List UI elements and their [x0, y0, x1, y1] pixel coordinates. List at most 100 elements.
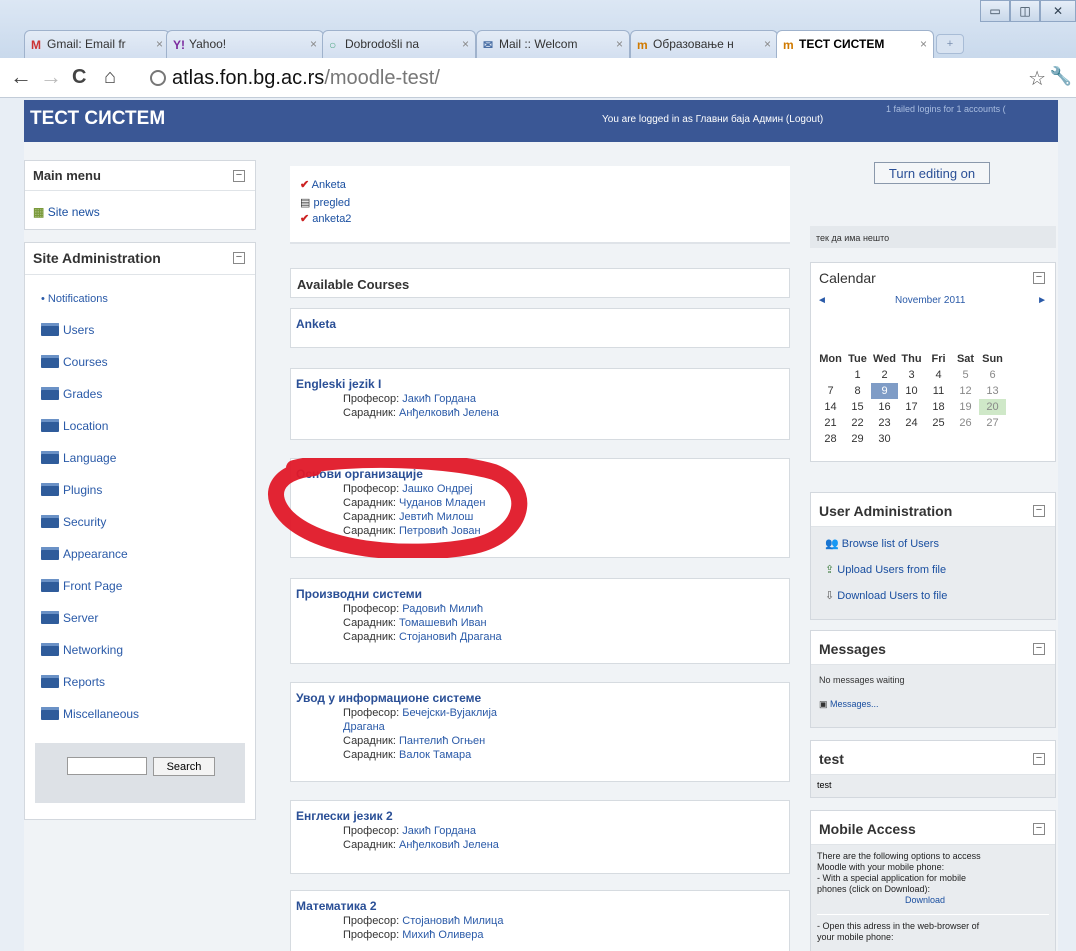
- calendar-day[interactable]: 12: [952, 383, 979, 399]
- tab-close-icon[interactable]: ×: [764, 37, 771, 51]
- teacher-link[interactable]: Анђелковић Јелена: [399, 407, 499, 419]
- calendar-day[interactable]: 5: [952, 367, 979, 383]
- site-title[interactable]: ТЕСТ СИСТЕМ: [30, 108, 165, 130]
- collapse-icon[interactable]: −: [1033, 505, 1045, 517]
- collapse-icon[interactable]: −: [1033, 823, 1045, 835]
- course-link[interactable]: Математика 2: [296, 899, 377, 913]
- calendar-day[interactable]: 3: [898, 367, 925, 383]
- activity-label[interactable]: anketa2: [312, 213, 351, 225]
- calendar-day[interactable]: 10: [898, 383, 925, 399]
- calendar-day[interactable]: 21: [817, 415, 844, 431]
- admin-item-appearance[interactable]: Appearance: [41, 547, 128, 561]
- admin-item-grades[interactable]: Grades: [41, 387, 102, 401]
- calendar-day[interactable]: 28: [817, 431, 844, 447]
- teacher-link[interactable]: Радовић Милић: [402, 603, 483, 615]
- admin-item-users[interactable]: Users: [41, 323, 94, 337]
- admin-item-language[interactable]: Language: [41, 451, 116, 465]
- link-label[interactable]: Upload Users from file: [837, 564, 946, 576]
- calendar-day[interactable]: 18: [925, 399, 952, 415]
- collapse-icon[interactable]: −: [1033, 753, 1045, 765]
- teacher-link[interactable]: Јевтић Милош: [399, 511, 473, 523]
- tab-mail[interactable]: ✉ Mail :: Welcom ×: [476, 30, 630, 58]
- calendar-day[interactable]: 25: [925, 415, 952, 431]
- bookmark-star-icon[interactable]: ☆: [1028, 66, 1046, 91]
- forward-icon[interactable]: →: [40, 64, 62, 90]
- wrench-icon[interactable]: 🔧: [1050, 66, 1072, 87]
- activity-label[interactable]: Anketa: [312, 179, 346, 191]
- calendar-day[interactable]: 15: [844, 399, 871, 415]
- teacher-link[interactable]: Петровић Јован: [399, 525, 481, 537]
- course-link[interactable]: Увод у информационе системе: [296, 691, 481, 705]
- admin-item-reports[interactable]: Reports: [41, 675, 105, 689]
- next-month-icon[interactable]: ►: [1037, 295, 1047, 306]
- teacher-link[interactable]: Јакић Гордана: [402, 825, 476, 837]
- minimize-button[interactable]: ▭: [980, 0, 1010, 22]
- close-window-button[interactable]: ✕: [1040, 0, 1076, 22]
- search-button[interactable]: Search: [153, 757, 215, 776]
- maximize-button[interactable]: ◫: [1010, 0, 1040, 22]
- tab-close-icon[interactable]: ×: [920, 37, 927, 51]
- course-link[interactable]: Anketa: [296, 317, 336, 331]
- tab-close-icon[interactable]: ×: [616, 37, 623, 51]
- collapse-icon[interactable]: −: [1033, 643, 1045, 655]
- tab-close-icon[interactable]: ×: [310, 37, 317, 51]
- calendar-day[interactable]: 13: [979, 383, 1006, 399]
- calendar-day[interactable]: 27: [979, 415, 1006, 431]
- tab-dobrodosli[interactable]: ○ Dobrodošli na ×: [322, 30, 476, 58]
- calendar-day[interactable]: 6: [979, 367, 1006, 383]
- admin-item-plugins[interactable]: Plugins: [41, 483, 102, 497]
- turn-editing-on-button[interactable]: Turn editing on: [874, 162, 990, 184]
- link-label[interactable]: Browse list of Users: [842, 538, 939, 550]
- site-news-label[interactable]: Site news: [48, 205, 100, 219]
- link-label[interactable]: Messages...: [830, 699, 879, 709]
- collapse-icon[interactable]: −: [233, 252, 245, 264]
- tab-yahoo[interactable]: Y! Yahoo! ×: [166, 30, 324, 58]
- calendar-day[interactable]: 29: [844, 431, 871, 447]
- activity-label[interactable]: pregled: [313, 197, 350, 209]
- reload-icon[interactable]: C: [72, 64, 86, 90]
- back-icon[interactable]: ←: [10, 64, 32, 90]
- collapse-icon[interactable]: −: [233, 170, 245, 182]
- teacher-link[interactable]: Јакић Гордана: [402, 393, 476, 405]
- teacher-link[interactable]: Анђелковић Јелена: [399, 839, 499, 851]
- search-input[interactable]: [67, 757, 147, 775]
- calendar-day[interactable]: 24: [898, 415, 925, 431]
- tab-obrazovanje[interactable]: m Образовање н ×: [630, 30, 778, 58]
- admin-item-courses[interactable]: Courses: [41, 355, 108, 369]
- calendar-day[interactable]: 20: [979, 399, 1006, 415]
- course-link[interactable]: Производни системи: [296, 587, 422, 601]
- teacher-link[interactable]: Драгана: [343, 721, 385, 733]
- calendar-day[interactable]: 14: [817, 399, 844, 415]
- upload-users-link[interactable]: ⇪ Upload Users from file: [825, 563, 946, 576]
- admin-item-security[interactable]: Security: [41, 515, 106, 529]
- calendar-day[interactable]: 26: [952, 415, 979, 431]
- tab-close-icon[interactable]: ×: [156, 37, 163, 51]
- calendar-day[interactable]: 17: [898, 399, 925, 415]
- course-link[interactable]: Енглески језик 2: [296, 809, 393, 823]
- calendar-day[interactable]: 30: [871, 431, 898, 447]
- teacher-link[interactable]: Стојановић Драгана: [399, 631, 502, 643]
- failed-logins-notice[interactable]: 1 failed logins for 1 accounts (: [886, 104, 1006, 114]
- calendar-day[interactable]: 11: [925, 383, 952, 399]
- calendar-day[interactable]: 8: [844, 383, 871, 399]
- download-link[interactable]: Download: [817, 895, 1049, 906]
- prev-month-icon[interactable]: ◄: [817, 295, 827, 306]
- teacher-link[interactable]: Томашевић Иван: [399, 617, 487, 629]
- messages-link[interactable]: ▣ Messages...: [819, 699, 879, 710]
- course-link[interactable]: Основи организације: [296, 467, 423, 481]
- new-tab-button[interactable]: +: [936, 34, 964, 54]
- teacher-link[interactable]: Чуданов Младен: [399, 497, 485, 509]
- collapse-icon[interactable]: −: [1033, 272, 1045, 284]
- link-label[interactable]: Download: [905, 895, 945, 905]
- tab-gmail[interactable]: M Gmail: Email fr ×: [24, 30, 170, 58]
- admin-item-miscellaneous[interactable]: Miscellaneous: [41, 707, 139, 721]
- tab-test-sistem[interactable]: m ТЕСТ СИСТЕМ ×: [776, 30, 934, 58]
- download-users-link[interactable]: ⇩ Download Users to file: [825, 589, 947, 602]
- teacher-link[interactable]: Михић Оливера: [402, 929, 483, 941]
- admin-item-server[interactable]: Server: [41, 611, 98, 625]
- calendar-day[interactable]: 16: [871, 399, 898, 415]
- link-label[interactable]: Download Users to file: [837, 590, 947, 602]
- teacher-link[interactable]: Пантелић Огњен: [399, 735, 485, 747]
- teacher-link[interactable]: Бечејски-Вујаклија: [402, 707, 497, 719]
- course-link[interactable]: Engleski jezik I: [296, 377, 381, 391]
